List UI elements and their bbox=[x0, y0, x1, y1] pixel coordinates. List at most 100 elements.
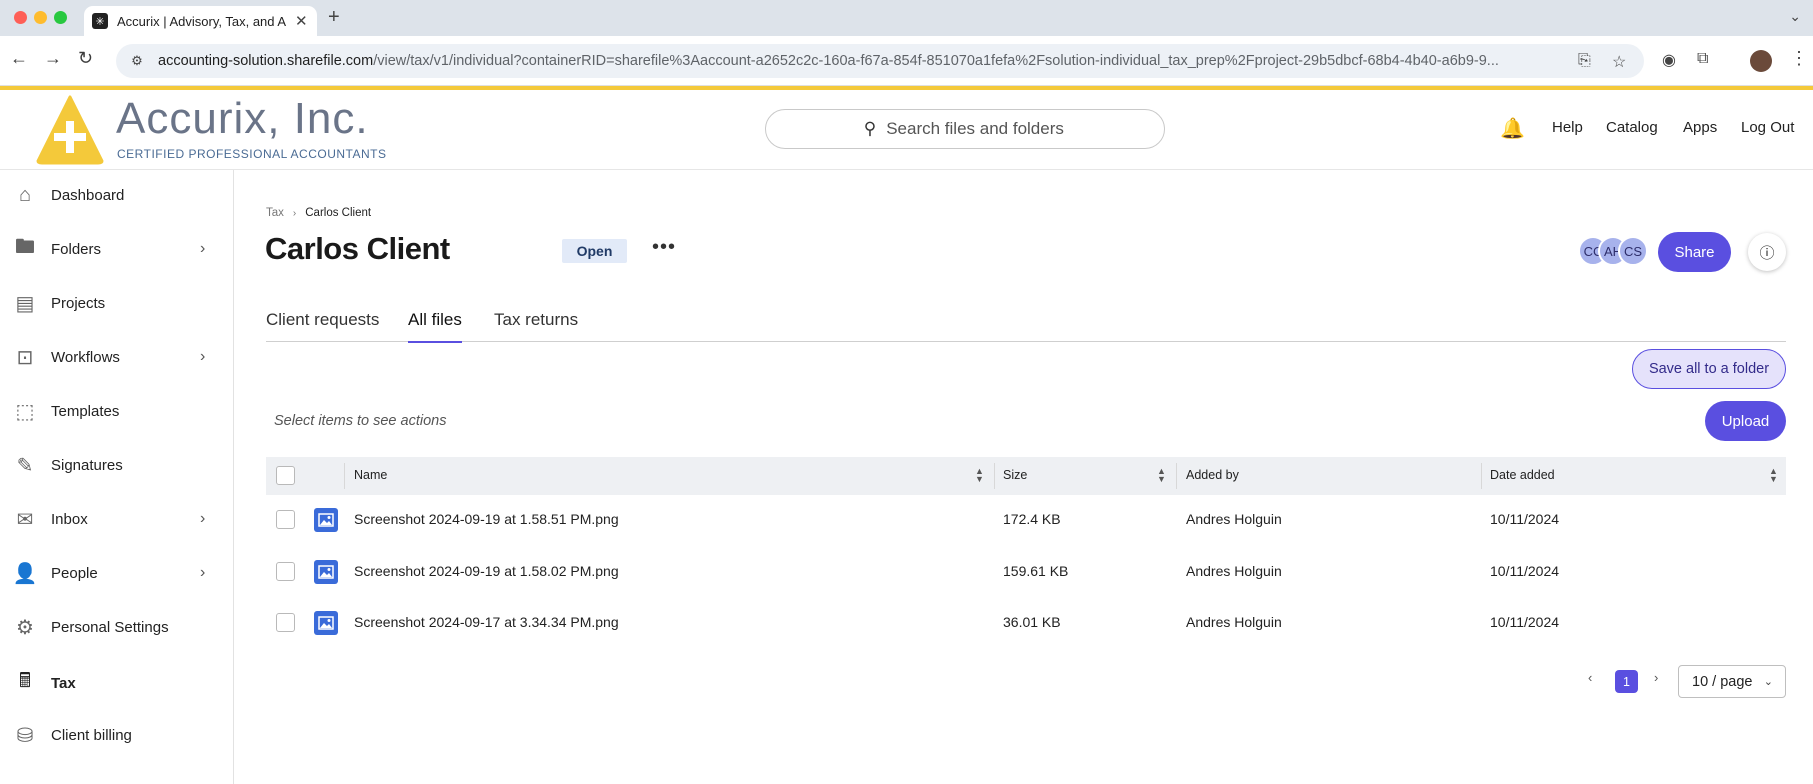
file-name-link[interactable]: Screenshot 2024-09-19 at 1.58.51 PM.png bbox=[354, 511, 619, 527]
help-link[interactable]: Help bbox=[1552, 119, 1583, 136]
sidebar-item-label: Dashboard bbox=[51, 186, 125, 204]
back-icon[interactable]: ← bbox=[10, 48, 28, 69]
search-input[interactable] bbox=[886, 119, 1067, 139]
page-number-button[interactable]: 1 bbox=[1615, 670, 1638, 693]
file-date-added: 10/11/2024 bbox=[1490, 614, 1560, 630]
reload-icon[interactable]: ↻ bbox=[78, 48, 93, 69]
sidebar-item-dashboard[interactable]: ⌂ Dashboard bbox=[0, 173, 233, 217]
file-added-by: Andres Holguin bbox=[1186, 614, 1282, 630]
column-divider bbox=[994, 463, 995, 489]
row-checkbox[interactable] bbox=[276, 613, 295, 632]
pen-icon: ✎ bbox=[16, 454, 34, 477]
save-all-to-folder-button[interactable]: Save all to a folder bbox=[1632, 349, 1786, 389]
column-header-added-by[interactable]: Added by bbox=[1186, 468, 1239, 482]
chevron-right-icon[interactable]: › bbox=[200, 348, 205, 366]
address-bar[interactable]: ⚙ accounting-solution.sharefile.com/view… bbox=[116, 44, 1644, 78]
sidebar-item-signatures[interactable]: ✎ Signatures bbox=[0, 443, 233, 487]
sort-icon[interactable]: ▲ ▼ bbox=[1769, 467, 1778, 484]
url-text[interactable]: accounting-solution.sharefile.com/view/t… bbox=[158, 53, 1558, 69]
sidebar-item-label: Signatures bbox=[51, 456, 123, 474]
extensions-puzzle-icon[interactable]: ⧉ bbox=[1697, 50, 1708, 68]
sidebar-item-client-billing[interactable]: ⛁ Client billing bbox=[0, 713, 233, 757]
chevron-right-icon[interactable]: › bbox=[200, 510, 205, 528]
sidebar-item-label: Projects bbox=[51, 294, 106, 312]
tax-icon: 🖩 bbox=[19, 670, 31, 692]
log-out-link[interactable]: Log Out bbox=[1741, 119, 1794, 136]
sidebar-item-templates[interactable]: ⬚ Templates bbox=[0, 389, 233, 433]
close-tab-icon[interactable]: ✕ bbox=[295, 12, 308, 30]
sidebar-item-label: Templates bbox=[51, 402, 120, 420]
avatar[interactable]: CS bbox=[1618, 236, 1648, 266]
sidebar-item-label: Tax bbox=[51, 674, 76, 692]
sidebar-item-workflows[interactable]: ⊡ Workflows › bbox=[0, 335, 233, 379]
tab-all-files[interactable]: All files bbox=[408, 310, 462, 343]
table-row[interactable]: Screenshot 2024-09-19 at 1.58.02 PM.png … bbox=[266, 546, 1786, 598]
extension-icon[interactable]: ◉ bbox=[1662, 50, 1676, 70]
tab-label: All files bbox=[408, 310, 462, 329]
browser-menu-icon[interactable]: ⋮ bbox=[1790, 48, 1808, 69]
tab-client-requests[interactable]: Client requests bbox=[266, 310, 379, 342]
person-icon: 👤 bbox=[12, 562, 38, 585]
tab-tax-returns[interactable]: Tax returns bbox=[494, 310, 578, 342]
browser-toolbar: ← → ↻ ⚙ accounting-solution.sharefile.co… bbox=[0, 36, 1813, 86]
more-options-icon[interactable]: ••• bbox=[652, 236, 676, 259]
site-info-icon[interactable]: ⚙ bbox=[128, 52, 146, 70]
info-icon[interactable]: ⓘ bbox=[1748, 233, 1786, 271]
image-file-icon bbox=[314, 611, 338, 635]
column-header-name[interactable]: Name bbox=[354, 468, 387, 482]
profile-avatar[interactable] bbox=[1750, 50, 1772, 72]
brand-logo-icon bbox=[36, 95, 104, 165]
column-header-size[interactable]: Size bbox=[1003, 468, 1027, 482]
table-row[interactable]: Screenshot 2024-09-17 at 3.34.34 PM.png … bbox=[266, 597, 1786, 649]
search-box[interactable]: ⚲ bbox=[765, 109, 1165, 149]
chevron-right-icon[interactable]: › bbox=[200, 564, 205, 582]
upload-button[interactable]: Upload bbox=[1705, 401, 1786, 441]
sidebar-item-label: Personal Settings bbox=[51, 618, 169, 636]
search-icon: ⚲ bbox=[863, 119, 877, 138]
sort-icon[interactable]: ▲ ▼ bbox=[975, 467, 984, 484]
sidebar-item-label: People bbox=[51, 564, 98, 582]
file-date-added: 10/11/2024 bbox=[1490, 563, 1560, 579]
table-row[interactable]: Screenshot 2024-09-19 at 1.58.51 PM.png … bbox=[266, 494, 1786, 546]
bookmark-star-icon[interactable]: ☆ bbox=[1612, 52, 1626, 72]
row-checkbox[interactable] bbox=[276, 562, 295, 581]
file-name-link[interactable]: Screenshot 2024-09-17 at 3.34.34 PM.png bbox=[354, 614, 619, 630]
chevron-right-icon[interactable]: › bbox=[200, 240, 205, 258]
column-header-date-added[interactable]: Date added bbox=[1490, 468, 1555, 482]
row-checkbox[interactable] bbox=[276, 510, 295, 529]
sidebar-item-label: Workflows bbox=[51, 348, 120, 366]
tab-search-icon[interactable]: ⌄ bbox=[1789, 8, 1801, 25]
file-added-by: Andres Holguin bbox=[1186, 511, 1282, 527]
forward-icon[interactable]: → bbox=[44, 48, 62, 69]
tab-label: Tax returns bbox=[494, 310, 579, 329]
notifications-bell-icon[interactable]: 🔔 bbox=[1500, 116, 1525, 141]
catalog-link[interactable]: Catalog bbox=[1606, 119, 1658, 136]
maximize-window-button[interactable] bbox=[54, 11, 67, 24]
select-all-checkbox[interactable] bbox=[276, 466, 295, 485]
breadcrumb-link-tax[interactable]: Tax bbox=[266, 207, 284, 219]
close-window-button[interactable] bbox=[14, 11, 27, 24]
new-tab-icon[interactable]: + bbox=[328, 6, 340, 29]
selection-hint: Select items to see actions bbox=[274, 413, 447, 429]
install-app-icon[interactable]: ⎘ bbox=[1578, 52, 1591, 70]
sidebar-item-personal-settings[interactable]: ⚙ Personal Settings bbox=[0, 605, 233, 649]
image-file-icon bbox=[314, 560, 338, 584]
share-button[interactable]: Share bbox=[1658, 232, 1731, 272]
sidebar-item-folders[interactable]: 🖿 Folders › bbox=[0, 227, 233, 271]
active-tab-indicator bbox=[408, 341, 462, 343]
sidebar-item-inbox[interactable]: ✉ Inbox › bbox=[0, 497, 233, 541]
file-size: 172.4 KB bbox=[1003, 511, 1061, 527]
minimize-window-button[interactable] bbox=[34, 11, 47, 24]
sidebar-item-tax[interactable]: 🖩 Tax bbox=[0, 661, 233, 705]
apps-link[interactable]: Apps bbox=[1683, 119, 1717, 136]
page-size-select[interactable]: 10 / page ⌄ bbox=[1678, 665, 1786, 698]
templates-icon: ⬚ bbox=[15, 400, 35, 423]
next-page-icon[interactable]: › bbox=[1654, 670, 1658, 685]
sidebar-item-people[interactable]: 👤 People › bbox=[0, 551, 233, 595]
mail-icon: ✉ bbox=[16, 508, 34, 531]
file-name-link[interactable]: Screenshot 2024-09-19 at 1.58.02 PM.png bbox=[354, 563, 619, 579]
sort-icon[interactable]: ▲ ▼ bbox=[1157, 467, 1166, 484]
sidebar-item-projects[interactable]: ▤ Projects bbox=[0, 281, 233, 325]
previous-page-icon[interactable]: ‹ bbox=[1588, 670, 1592, 685]
browser-tab[interactable]: ✳ Accurix | Advisory, Tax, and A ✕ bbox=[84, 6, 317, 36]
